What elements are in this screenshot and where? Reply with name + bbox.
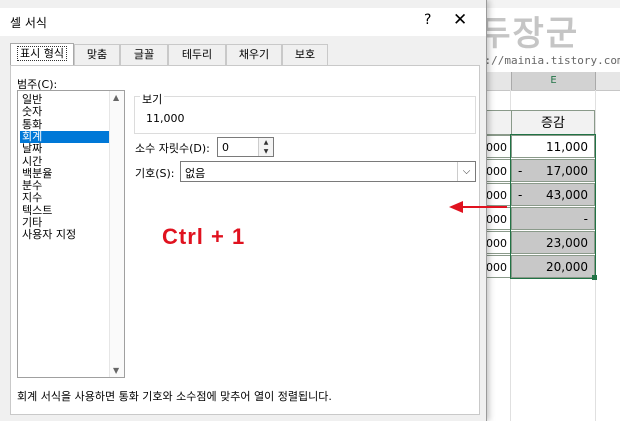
category-item[interactable]: 텍스트 xyxy=(20,204,112,217)
tab-4[interactable]: 테두리 xyxy=(168,44,226,65)
symbol-select-value: 없음 xyxy=(185,167,206,180)
category-item[interactable]: 백분율 xyxy=(20,167,112,180)
header-cell-text: 증감 xyxy=(541,116,565,131)
cell-change-value[interactable]: - 43,000 xyxy=(511,183,595,206)
dialog-titlebar[interactable]: 셀 서식 ? ✕ xyxy=(0,8,486,36)
tab-2[interactable]: 맞춤 xyxy=(74,44,120,65)
symbol-select[interactable]: 없음 ⌵ xyxy=(180,161,476,182)
decimal-places-input[interactable] xyxy=(220,139,262,155)
cell-previous-column[interactable]: 000 xyxy=(485,255,511,278)
format-cells-dialog: 셀 서식 ? ✕ 표시 형식 맞춤 글꼴 테두리 채우기 보호 범주(C): 일반 숫자 통화… xyxy=(0,0,487,421)
symbol-label: 기호(S): xyxy=(135,167,175,180)
red-arrow-icon xyxy=(449,201,507,213)
preview-box xyxy=(134,96,476,134)
category-item[interactable]: 숫자 xyxy=(20,106,112,118)
cell-value-text: 20,000 xyxy=(546,260,588,274)
cell-previous-column[interactable]: 000 xyxy=(485,231,511,254)
tab-label: 표시 형식 xyxy=(17,46,67,61)
fill-handle[interactable] xyxy=(592,275,597,280)
scroll-up-icon[interactable]: ▲ xyxy=(113,93,119,102)
shortcut-annotation: Ctrl + 1 xyxy=(162,224,246,249)
category-item[interactable]: 기타 xyxy=(20,217,112,229)
accounting-dash: - xyxy=(518,164,523,178)
category-item[interactable]: 날짜 xyxy=(20,143,112,155)
tab-label: 채우기 xyxy=(238,48,270,61)
tab-5[interactable]: 채우기 xyxy=(226,44,282,65)
category-list[interactable]: 일반 숫자 통화 회계 날짜 시간 백분율 분수 지수 텍스트 기타 사용자 지정 ▲ ▼ xyxy=(17,90,125,378)
header-cell-left[interactable] xyxy=(485,110,511,135)
category-item[interactable]: 지수 xyxy=(20,192,112,204)
decimal-places-stepper[interactable]: ▲ ▼ xyxy=(217,137,274,157)
tab-label: 테두리 xyxy=(181,48,213,61)
category-item[interactable]: 통화 xyxy=(20,118,112,131)
help-icon[interactable]: ? xyxy=(424,12,431,28)
chevron-down-icon[interactable]: ⌵ xyxy=(457,162,475,181)
cell-change-value[interactable]: 23,000 xyxy=(511,231,595,254)
category-description: 회계 서식을 사용하면 통화 기호와 소수점에 맞추어 열이 정렬됩니다. xyxy=(17,390,332,403)
category-item[interactable]: 사용자 지정 xyxy=(20,229,112,241)
spin-down-icon[interactable]: ▼ xyxy=(259,147,273,156)
tab-label: 보호 xyxy=(294,48,316,61)
cell-value-text: - xyxy=(583,212,588,226)
category-item[interactable]: 시간 xyxy=(20,155,112,168)
cell-value-text: 43,000 xyxy=(546,188,588,202)
dialog-title: 셀 서식 xyxy=(10,16,47,30)
category-item[interactable]: 회계 xyxy=(20,130,112,143)
cell-change-value[interactable]: - 17,000 xyxy=(511,159,595,182)
preview-value: 11,000 xyxy=(146,112,185,125)
column-header-e[interactable]: E xyxy=(511,72,596,90)
tab-6[interactable]: 보호 xyxy=(282,44,328,65)
cell-value-text: 17,000 xyxy=(546,164,588,178)
category-item[interactable]: 분수 xyxy=(20,180,112,192)
tab-1[interactable]: 표시 형식 xyxy=(10,43,74,66)
header-cell-change[interactable]: 증감 xyxy=(511,110,595,135)
tab-label: 글꼴 xyxy=(133,48,155,61)
category-item[interactable]: 일반 xyxy=(20,94,112,106)
category-scrollbar[interactable]: ▲ ▼ xyxy=(109,91,124,377)
cell-previous-column[interactable]: 000 xyxy=(485,135,511,158)
preview-label: 보기 xyxy=(140,91,165,107)
cell-change-value[interactable]: - xyxy=(511,207,595,230)
scroll-down-icon[interactable]: ▼ xyxy=(113,366,119,375)
close-icon[interactable]: ✕ xyxy=(453,10,467,30)
cell-change-value[interactable]: 11,000 xyxy=(511,135,595,158)
tab-3[interactable]: 글꼴 xyxy=(120,44,168,65)
cell-value-text: 11,000 xyxy=(546,140,588,154)
grid-line xyxy=(595,90,596,421)
accounting-dash: - xyxy=(518,188,523,202)
cell-previous-column[interactable]: 000 xyxy=(485,159,511,182)
tab-label: 맞춤 xyxy=(86,48,108,61)
cell-change-value[interactable]: 20,000 xyxy=(511,255,595,278)
decimal-places-label: 소수 자릿수(D): xyxy=(135,142,210,155)
cell-value-text: 23,000 xyxy=(546,236,588,250)
